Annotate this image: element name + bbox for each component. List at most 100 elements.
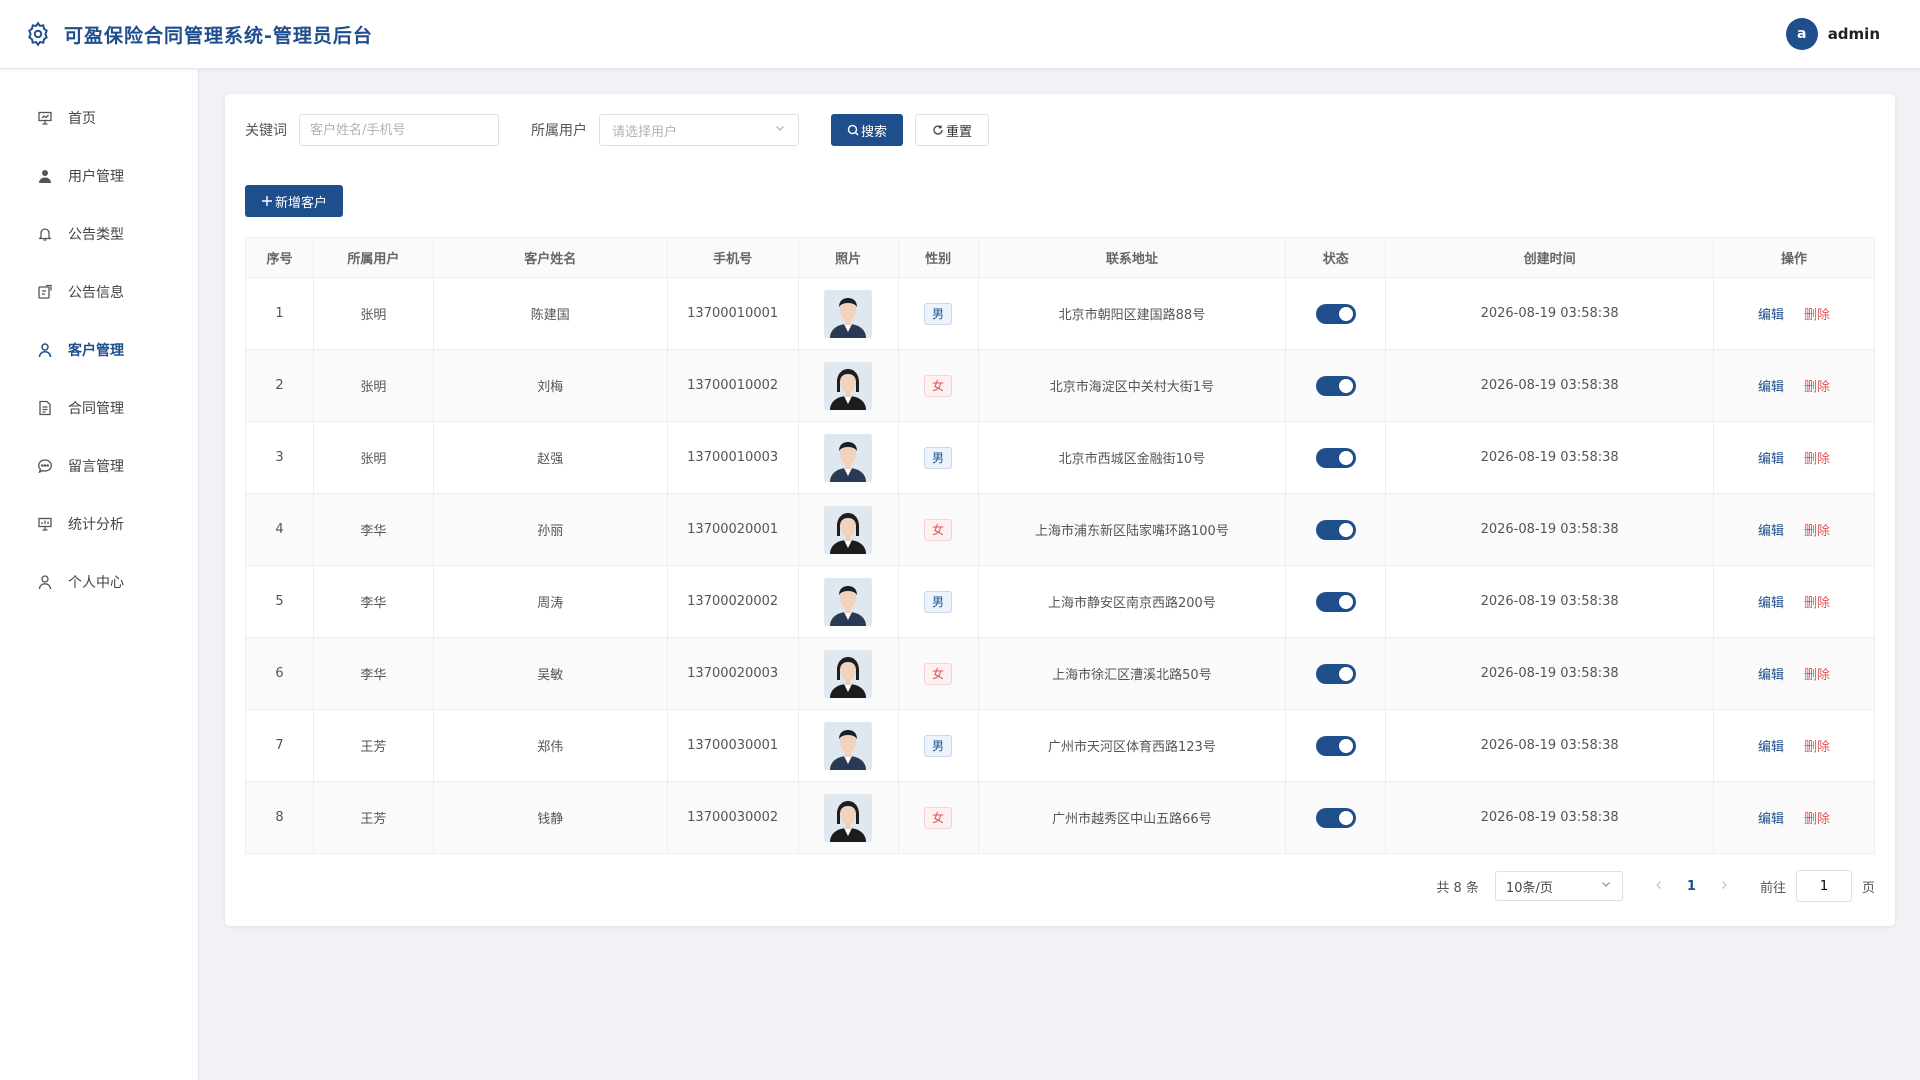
sidebar-item-label: 用户管理 <box>68 169 124 185</box>
sidebar-item-customers[interactable]: 客户管理 <box>0 321 198 379</box>
owner-select[interactable]: 请选择用户 <box>599 114 799 146</box>
edit-button[interactable]: 编辑 <box>1758 740 1784 755</box>
sidebar-item-notice-type[interactable]: 公告类型 <box>0 205 198 263</box>
delete-button[interactable]: 删除 <box>1804 812 1830 827</box>
delete-button[interactable]: 删除 <box>1804 524 1830 539</box>
row-index: 1 <box>245 277 314 350</box>
reset-button[interactable]: 重置 <box>915 114 990 146</box>
edit-button[interactable]: 编辑 <box>1758 524 1784 539</box>
goto-page-input[interactable] <box>1795 870 1852 902</box>
search-button[interactable]: 搜索 <box>831 114 904 146</box>
edit-button[interactable]: 编辑 <box>1758 812 1784 827</box>
row-index: 5 <box>245 565 314 638</box>
edit-button[interactable]: 编辑 <box>1758 596 1784 611</box>
row-gender-cell: 女 <box>897 493 979 566</box>
status-toggle[interactable] <box>1315 735 1356 756</box>
customer-photo[interactable] <box>824 289 873 338</box>
customer-photo[interactable] <box>824 361 873 410</box>
next-page-button[interactable] <box>1712 879 1736 894</box>
sidebar-item-home[interactable]: 首页 <box>0 89 198 147</box>
status-toggle[interactable] <box>1315 591 1356 612</box>
keyword-label: 关键词 <box>245 123 287 139</box>
app-title: 可盈保险合同管理系统-管理员后台 <box>64 24 373 47</box>
row-owner: 张明 <box>312 349 434 422</box>
table-row: 6 李华 吴敏 13700020003 女 上海市徐汇区漕溪北路50号 2026-08-19… <box>245 637 1875 710</box>
row-customer-name: 孙丽 <box>432 493 668 566</box>
username[interactable]: admin <box>1828 25 1880 43</box>
table-row: 7 王芳 郑伟 13700030001 男 广州市天河区体育西路123号 2026-08-1… <box>245 709 1875 782</box>
row-created-time: 2026-08-19 03:58:38 <box>1385 781 1715 854</box>
customer-photo[interactable] <box>824 433 873 482</box>
sidebar-item-messages[interactable]: 留言管理 <box>0 437 198 495</box>
row-gender-cell: 男 <box>897 421 979 494</box>
row-actions: 编辑 删除 <box>1713 781 1875 854</box>
sidebar-item-notice-info[interactable]: 公告信息 <box>0 263 198 321</box>
row-gender-cell: 男 <box>897 709 979 782</box>
delete-button[interactable]: 删除 <box>1804 452 1830 467</box>
page-size-select[interactable]: 10条/页 <box>1494 871 1623 901</box>
status-toggle[interactable] <box>1315 375 1356 396</box>
delete-button[interactable]: 删除 <box>1804 308 1830 323</box>
edit-button[interactable]: 编辑 <box>1758 668 1784 683</box>
pagination: 共 8 条 10条/页 1 前往 页 <box>1436 870 1875 902</box>
delete-button[interactable]: 删除 <box>1804 596 1830 611</box>
sidebar-item-label: 个人中心 <box>68 575 124 591</box>
sidebar-item-profile[interactable]: 个人中心 <box>0 553 198 611</box>
row-address: 上海市徐汇区漕溪北路50号 <box>977 637 1287 710</box>
gender-tag: 男 <box>924 734 953 757</box>
prev-page-button[interactable] <box>1647 879 1671 894</box>
row-owner: 李华 <box>312 565 434 638</box>
row-gender-cell: 女 <box>897 781 979 854</box>
row-index: 2 <box>245 349 314 422</box>
user-menu[interactable]: a admin <box>1785 18 1880 50</box>
content-card: 关键词 所属用户 请选择用户 搜索 重置 新增客户 <box>225 94 1895 926</box>
row-created-time: 2026-08-19 03:58:38 <box>1385 421 1715 494</box>
keyword-input[interactable] <box>299 114 499 146</box>
row-phone: 13700010001 <box>666 277 799 350</box>
gender-tag: 女 <box>924 374 953 397</box>
row-created-time: 2026-08-19 03:58:38 <box>1385 709 1715 782</box>
row-address: 上海市浦东新区陆家嘴环路100号 <box>977 493 1287 566</box>
row-phone: 13700020003 <box>666 637 799 710</box>
row-index: 3 <box>245 421 314 494</box>
avatar[interactable]: a <box>1785 18 1818 50</box>
chevron-down-icon <box>1600 878 1612 894</box>
chart-icon <box>36 515 54 533</box>
edit-button[interactable]: 编辑 <box>1758 452 1784 467</box>
row-index: 7 <box>245 709 314 782</box>
customer-photo[interactable] <box>824 577 873 626</box>
delete-button[interactable]: 删除 <box>1804 380 1830 395</box>
customer-photo[interactable] <box>824 505 873 554</box>
column-header: 手机号 <box>666 237 799 278</box>
column-header: 性别 <box>897 237 979 278</box>
customer-photo[interactable] <box>824 721 873 770</box>
add-customer-button[interactable]: 新增客户 <box>245 185 344 217</box>
customer-table: 序号 所属用户 客户姓名 手机号 照片 性别 联系地址 状态 创建时间 操作 1… <box>245 237 1875 854</box>
row-actions: 编辑 删除 <box>1713 709 1875 782</box>
delete-button[interactable]: 删除 <box>1804 668 1830 683</box>
row-phone: 13700010003 <box>666 421 799 494</box>
sidebar-item-label: 首页 <box>68 111 96 127</box>
row-phone: 13700010002 <box>666 349 799 422</box>
customer-photo[interactable] <box>824 793 873 842</box>
row-status-cell <box>1285 781 1387 854</box>
status-toggle[interactable] <box>1315 519 1356 540</box>
page-number-current[interactable]: 1 <box>1687 879 1696 894</box>
sidebar-item-contracts[interactable]: 合同管理 <box>0 379 198 437</box>
row-owner: 李华 <box>312 493 434 566</box>
row-owner: 王芳 <box>312 781 434 854</box>
sidebar-item-statistics[interactable]: 统计分析 <box>0 495 198 553</box>
delete-button[interactable]: 删除 <box>1804 740 1830 755</box>
edit-button[interactable]: 编辑 <box>1758 308 1784 323</box>
status-toggle[interactable] <box>1315 447 1356 468</box>
status-toggle[interactable] <box>1315 303 1356 324</box>
edit-button[interactable]: 编辑 <box>1758 380 1784 395</box>
status-toggle[interactable] <box>1315 807 1356 828</box>
sidebar-item-users[interactable]: 用户管理 <box>0 147 198 205</box>
row-address: 北京市西城区金融街10号 <box>977 421 1287 494</box>
row-status-cell <box>1285 637 1387 710</box>
customer-photo[interactable] <box>824 649 873 698</box>
chevron-down-icon <box>774 122 786 138</box>
status-toggle[interactable] <box>1315 663 1356 684</box>
row-address: 北京市朝阳区建国路88号 <box>977 277 1287 350</box>
